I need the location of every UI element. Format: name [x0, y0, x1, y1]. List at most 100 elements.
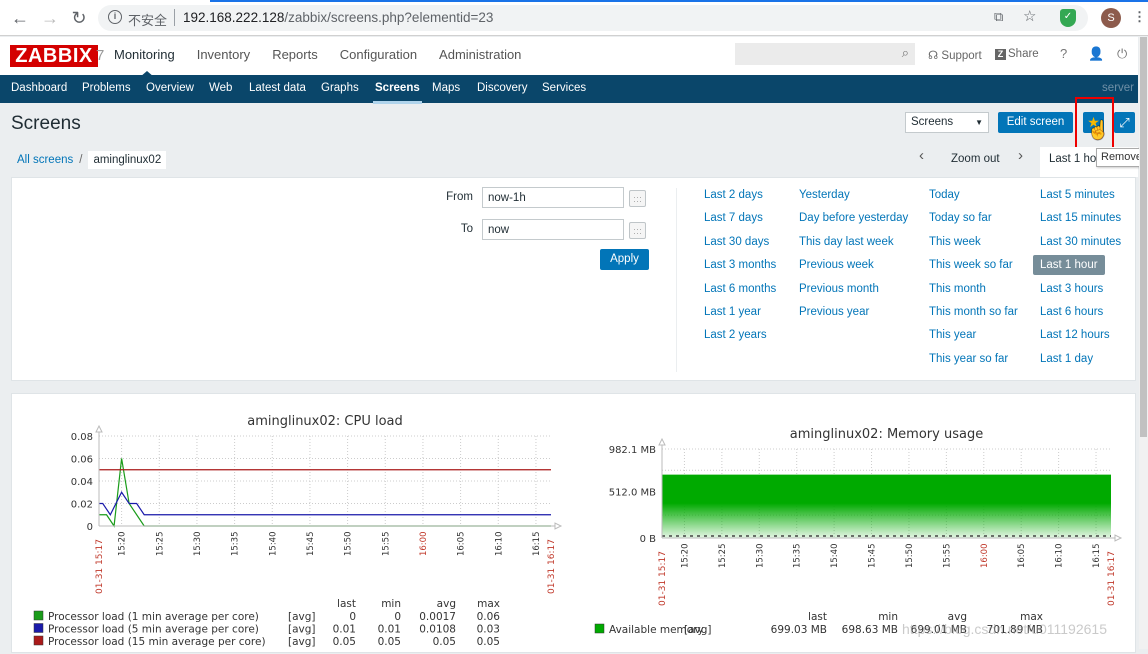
- support-link[interactable]: ☊ Support: [928, 48, 982, 62]
- zabbix-logo[interactable]: ZABBIX: [10, 45, 98, 67]
- legend-series-name: Processor load (1 min average per core): [48, 611, 259, 623]
- x-tick-label: 15:55: [381, 532, 391, 557]
- subnav-dashboard[interactable]: Dashboard: [11, 82, 67, 94]
- to-input[interactable]: [482, 219, 624, 240]
- quick-range-this-year[interactable]: This year: [929, 329, 1018, 352]
- breadcrumb-all-screens[interactable]: All screens: [11, 154, 73, 166]
- quick-range-last-2-years[interactable]: Last 2 years: [704, 329, 776, 352]
- back-icon[interactable]: ←: [10, 8, 30, 28]
- dropdown-caret-icon: ▼: [975, 118, 983, 127]
- quick-range-last-3-hours[interactable]: Last 3 hours: [1040, 283, 1121, 306]
- quick-range-last-15-minutes[interactable]: Last 15 minutes: [1040, 212, 1121, 235]
- quick-range-last-2-days[interactable]: Last 2 days: [704, 189, 776, 212]
- time-next-icon[interactable]: ›: [1018, 147, 1023, 167]
- quick-range-last-3-months[interactable]: Last 3 months: [704, 259, 776, 282]
- share-z-icon: Z: [995, 49, 1006, 60]
- quick-range-last-6-hours[interactable]: Last 6 hours: [1040, 306, 1121, 329]
- scrollbar-thumb[interactable]: [1140, 37, 1147, 437]
- screen-graphs-panel: aminglinux02: CPU load 15:20 15:25 15:30 15:…: [11, 393, 1136, 653]
- breadcrumb-current[interactable]: aminglinux02: [88, 151, 167, 169]
- menu-monitoring[interactable]: Monitoring: [114, 47, 175, 77]
- quick-range-previous-week[interactable]: Previous week: [799, 259, 908, 282]
- quick-range-today-so-far[interactable]: Today so far: [929, 212, 1018, 235]
- quick-range-last-1-year[interactable]: Last 1 year: [704, 306, 776, 329]
- view-select[interactable]: Screens ▼: [905, 112, 989, 133]
- fullscreen-button[interactable]: ⤢: [1114, 112, 1135, 133]
- apply-button[interactable]: Apply: [600, 249, 649, 270]
- info-icon[interactable]: i: [108, 10, 122, 24]
- reload-icon[interactable]: ↻: [69, 8, 89, 28]
- quick-range-last-5-minutes[interactable]: Last 5 minutes: [1040, 189, 1121, 212]
- subnav-services[interactable]: Services: [542, 82, 586, 94]
- quick-range-last-7-days[interactable]: Last 7 days: [704, 212, 776, 235]
- subnav-overview[interactable]: Overview: [146, 82, 194, 94]
- quick-range-previous-month[interactable]: Previous month: [799, 283, 908, 306]
- breadcrumb-separator: /: [79, 154, 83, 166]
- legend-swatch: [594, 623, 605, 634]
- quick-range-this-year-so-far[interactable]: This year so far: [929, 353, 1018, 376]
- legend-value-min: 698.63 MB: [842, 624, 898, 636]
- zoom-out-button[interactable]: Zoom out: [951, 153, 1000, 173]
- page-scrollbar[interactable]: [1139, 37, 1148, 649]
- x-end-label: 01-31 16:17: [547, 539, 557, 594]
- subnav-latest-data[interactable]: Latest data: [249, 82, 306, 94]
- legend-series-name: Processor load (15 min average per core): [48, 636, 266, 648]
- x-tick-label: 16:05: [457, 532, 467, 557]
- translate-icon[interactable]: ⧉: [994, 9, 1003, 25]
- adblock-shield-icon[interactable]: ✓: [1060, 9, 1076, 27]
- bookmark-star-icon[interactable]: ☆: [1023, 7, 1036, 25]
- x-tick-label: 16:00: [980, 544, 990, 569]
- quick-range-previous-year[interactable]: Previous year: [799, 306, 908, 329]
- quick-range-this-month-so-far[interactable]: This month so far: [929, 306, 1018, 329]
- quick-range-last-1-day[interactable]: Last 1 day: [1040, 353, 1121, 376]
- cpu-load-chart: aminglinux02: CPU load 15:20 15:25 15:30 15:…: [33, 414, 563, 648]
- subnav-screens[interactable]: Screens: [373, 82, 422, 104]
- profile-avatar[interactable]: S: [1101, 8, 1121, 28]
- subnav-discovery[interactable]: Discovery: [477, 82, 527, 94]
- subnav-web[interactable]: Web: [209, 82, 232, 94]
- quick-range-today[interactable]: Today: [929, 189, 1018, 212]
- search-icon[interactable]: ⌕: [902, 45, 909, 61]
- from-calendar-icon[interactable]: [629, 190, 646, 207]
- quick-range-day-before-yesterday[interactable]: Day before yesterday: [799, 212, 908, 235]
- address-bar[interactable]: i 不安全 192.168.222.128/zabbix/screens.php…: [98, 5, 1088, 31]
- quick-range-last-1-hour[interactable]: Last 1 hour: [1033, 255, 1121, 282]
- to-calendar-icon[interactable]: [629, 222, 646, 239]
- subnav-maps[interactable]: Maps: [432, 82, 460, 94]
- subnav-graphs[interactable]: Graphs: [321, 82, 359, 94]
- legend-header-max: max: [477, 598, 500, 610]
- user-profile-icon[interactable]: 👤: [1088, 46, 1104, 62]
- menu-reports[interactable]: Reports: [272, 47, 318, 62]
- forward-icon[interactable]: →: [40, 8, 60, 28]
- x-tick-label: 15:20: [680, 544, 690, 569]
- quick-range-last-12-hours[interactable]: Last 12 hours: [1040, 329, 1121, 352]
- time-prev-icon[interactable]: ‹: [919, 147, 924, 167]
- edit-screen-button[interactable]: Edit screen: [998, 112, 1073, 133]
- series-area-0: [662, 474, 1111, 538]
- quick-range-column-2: Yesterday Day before yesterday This day la…: [799, 189, 908, 329]
- sign-out-icon[interactable]: ⏻: [1117, 46, 1127, 62]
- url-text[interactable]: 192.168.222.128/zabbix/screens.php?eleme…: [183, 10, 493, 25]
- x-tick-label: 16:10: [494, 532, 504, 557]
- quick-range-this-week[interactable]: This week: [929, 236, 1018, 259]
- quick-range-this-day-last-week[interactable]: This day last week: [799, 236, 908, 259]
- menu-configuration[interactable]: Configuration: [340, 47, 417, 62]
- search-input[interactable]: ⌕: [735, 43, 915, 65]
- menu-administration[interactable]: Administration: [439, 47, 521, 62]
- from-input[interactable]: [482, 187, 624, 208]
- quick-range-last-6-months[interactable]: Last 6 months: [704, 283, 776, 306]
- menu-inventory[interactable]: Inventory: [197, 47, 250, 62]
- legend-value-min: 0: [394, 611, 401, 623]
- share-link[interactable]: Z Share: [995, 48, 1039, 60]
- x-start-label: 01-31 15:17: [95, 539, 105, 594]
- quick-range-this-week-so-far[interactable]: This week so far: [929, 259, 1018, 282]
- y-tick-label: 0.04: [71, 477, 93, 488]
- quick-range-yesterday[interactable]: Yesterday: [799, 189, 908, 212]
- subnav-problems[interactable]: Problems: [82, 82, 131, 94]
- help-icon[interactable]: ?: [1060, 46, 1067, 61]
- y-tick-label: 0.02: [71, 500, 93, 511]
- legend-func: [avg]: [684, 624, 712, 636]
- menu-kebab-icon[interactable]: ⋮: [1133, 9, 1146, 25]
- quick-range-this-month[interactable]: This month: [929, 283, 1018, 306]
- quick-range-last-30-days[interactable]: Last 30 days: [704, 236, 776, 259]
